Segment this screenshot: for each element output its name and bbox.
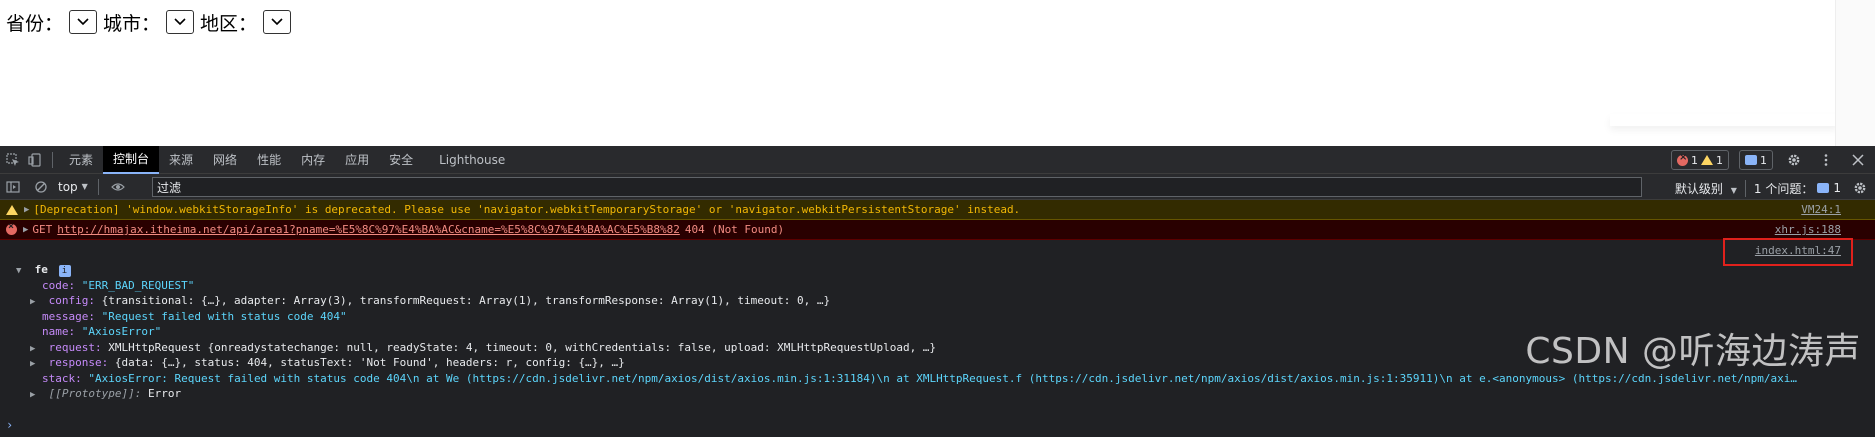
error-count: 1 <box>1691 153 1698 167</box>
tab-memory[interactable]: 内存 <box>291 146 335 174</box>
console-warning-message[interactable]: ▶ [Deprecation] 'window.webkitStorageInf… <box>0 200 1875 220</box>
settings-gear-icon[interactable] <box>1783 149 1805 171</box>
filter-right-controls: 默认级别 ▼ 1 个问题： 1 <box>1675 177 1871 199</box>
prop-key: config: <box>48 294 95 307</box>
prop-config[interactable]: ▶ config: {transitional: {…}, adapter: A… <box>22 293 1797 309</box>
warning-source-link[interactable]: VM24:1 <box>1801 203 1841 216</box>
error-status: 404 (Not Found) <box>684 223 785 236</box>
chevron-down-icon <box>174 18 186 26</box>
chevron-down-icon <box>77 18 89 26</box>
message-count: 1 <box>1760 153 1767 167</box>
prop-key: code: <box>42 278 76 292</box>
prop-key: request: <box>48 340 102 354</box>
console-filter-input[interactable]: 过滤 <box>152 177 1642 197</box>
webpage-viewport: 省份： 城市： 地区： <box>0 0 1875 146</box>
console-settings-gear-icon[interactable] <box>1849 177 1871 199</box>
context-select[interactable]: top ▼ <box>58 180 88 194</box>
prop-code: code: "ERR_BAD_REQUEST" <box>22 278 1797 294</box>
prop-value: "Request failed with status code 404" <box>101 309 347 323</box>
console-output: ▶ [Deprecation] 'window.webkitStorageInf… <box>0 200 1875 437</box>
warning-icon <box>1701 155 1713 165</box>
tab-performance[interactable]: 性能 <box>247 146 291 174</box>
clear-console-icon[interactable] <box>30 176 52 198</box>
prop-prototype[interactable]: ▶ [[Prototype]]: Error <box>22 386 1797 402</box>
live-expression-eye-icon[interactable] <box>107 176 129 198</box>
issues-count: 1 <box>1833 181 1841 195</box>
prop-value: "AxiosError" <box>81 325 162 338</box>
issue-message-icon <box>1817 183 1830 193</box>
prop-key: stack: <box>42 371 82 385</box>
expand-triangle-icon[interactable]: ▶ <box>24 205 29 215</box>
csdn-watermark: CSDN @听海边涛声 <box>1525 331 1861 372</box>
devtools-panel: 元素 控制台 来源 网络 性能 内存 应用 安全 Lighthouse 1 1 … <box>0 145 1875 437</box>
prop-key: response: <box>48 356 109 369</box>
page-scrollbar[interactable] <box>1835 0 1875 146</box>
collapse-triangle-icon[interactable]: ▼ <box>16 264 24 280</box>
province-select[interactable] <box>69 10 98 34</box>
expand-triangle-icon[interactable]: ▶ <box>23 225 28 235</box>
error-method: GET <box>32 223 53 236</box>
issues-label: 1 个问题： <box>1753 181 1814 196</box>
expand-triangle-icon[interactable]: ▶ <box>30 295 38 311</box>
city-label: 城市： <box>103 12 161 35</box>
tab-security[interactable]: 安全 <box>379 146 423 174</box>
area-select[interactable] <box>263 10 292 34</box>
warning-text: [Deprecation] 'window.webkitStorageInfo'… <box>33 203 1021 216</box>
tab-sources[interactable]: 来源 <box>159 146 203 174</box>
warning-icon <box>6 204 18 215</box>
prop-value: {data: {…}, status: 404, statusText: 'No… <box>114 356 625 369</box>
prop-value: {transitional: {…}, adapter: Array(3), t… <box>101 294 831 307</box>
error-warning-counter[interactable]: 1 1 <box>1671 150 1729 170</box>
object-root-row[interactable]: ▼ fe i <box>16 262 1797 278</box>
city-select[interactable] <box>166 10 195 34</box>
area-label: 地区： <box>200 12 258 35</box>
log-level-select[interactable]: 默认级别 ▼ <box>1675 180 1737 197</box>
toolbar-divider <box>97 178 99 195</box>
tab-console[interactable]: 控制台 <box>103 145 160 174</box>
expand-triangle-icon[interactable]: ▶ <box>30 357 38 373</box>
context-value: top <box>58 179 78 194</box>
object-name: fe <box>34 263 48 276</box>
issues-button[interactable]: 1 个问题： 1 <box>1744 179 1841 197</box>
message-icon <box>1745 155 1757 165</box>
inspect-element-icon[interactable] <box>2 149 24 171</box>
error-icon <box>1677 152 1688 166</box>
sidebar-toggle-icon[interactable] <box>2 176 24 198</box>
error-url-link[interactable]: http://hmajax.itheima.net/api/area1?pnam… <box>57 223 680 236</box>
page-card-shadow <box>1610 114 1838 126</box>
prop-value: Error <box>147 387 182 400</box>
log-level-value: 默认级别 <box>1674 181 1723 196</box>
close-devtools-icon[interactable] <box>1847 149 1869 171</box>
tab-lighthouse[interactable]: Lighthouse <box>423 146 515 174</box>
prop-key: name: <box>42 325 76 338</box>
caret-down-icon: ▼ <box>1730 185 1737 195</box>
expand-triangle-icon[interactable]: ▶ <box>30 388 38 404</box>
console-error-message[interactable]: ▶ GET http://hmajax.itheima.net/api/area… <box>0 220 1875 240</box>
tab-application[interactable]: 应用 <box>335 146 379 174</box>
info-icon[interactable]: i <box>58 265 71 277</box>
console-filter-bar: top ▼ 过滤 默认级别 ▼ 1 个问题： 1 <box>0 174 1875 200</box>
toolbar-divider <box>52 151 53 168</box>
caret-down-icon: ▼ <box>81 182 88 191</box>
tab-network[interactable]: 网络 <box>203 146 247 174</box>
province-label: 省份： <box>6 12 64 35</box>
prop-value: XMLHttpRequest {onreadystatechange: null… <box>108 340 937 354</box>
more-options-icon[interactable] <box>1815 149 1837 171</box>
area-form: 省份： 城市： 地区： <box>6 8 297 36</box>
chevron-down-icon <box>271 18 283 26</box>
devtools-tab-actions: 1 1 1 <box>1671 149 1869 171</box>
warning-count: 1 <box>1716 153 1723 167</box>
error-source-link[interactable]: xhr.js:188 <box>1775 223 1841 236</box>
prop-key: message: <box>42 309 95 323</box>
device-toolbar-icon[interactable] <box>24 149 46 171</box>
error-icon <box>6 221 17 235</box>
prop-value: "ERR_BAD_REQUEST" <box>81 278 195 292</box>
message-counter[interactable]: 1 <box>1739 150 1773 170</box>
prop-key: [[Prototype]]: <box>48 387 142 400</box>
tab-elements[interactable]: 元素 <box>59 146 103 174</box>
devtools-tab-bar: 元素 控制台 来源 网络 性能 内存 应用 安全 Lighthouse 1 1 … <box>0 145 1875 174</box>
console-prompt-icon[interactable]: › <box>6 418 13 432</box>
filter-placeholder: 过滤 <box>157 180 182 195</box>
